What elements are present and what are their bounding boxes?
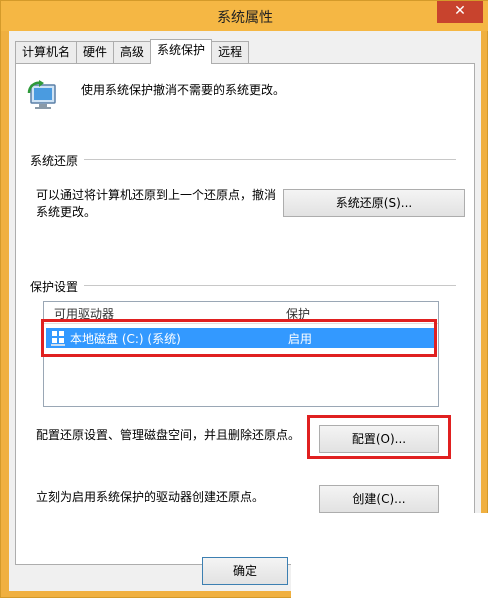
create-description: 立刻为启用系统保护的驱动器创建还原点。: [36, 490, 265, 504]
title-bar[interactable]: 系统属性 ✕: [1, 1, 488, 31]
protection-group-line: [30, 285, 456, 286]
protection-group-label: 保护设置: [30, 278, 85, 295]
dialog-client: 计算机名 硬件 高级 系统保护 远程 使用系统保护撤消不需要的系统更改。 系统还…: [9, 31, 481, 591]
restore-group-label: 系统还原: [30, 152, 85, 169]
tab-hardware[interactable]: 硬件: [76, 41, 115, 63]
restore-description-line2: 系统更改。: [36, 205, 97, 219]
close-button[interactable]: ✕: [437, 1, 483, 23]
background-window-fragment: [291, 513, 488, 598]
intro-text: 使用系统保护撤消不需要的系统更改。: [81, 83, 286, 97]
ok-button[interactable]: 确定: [202, 557, 288, 585]
restore-group-line: [30, 159, 456, 160]
configure-description: 配置还原设置、管理磁盘空间，并且删除还原点。: [36, 428, 301, 442]
window-title: 系统属性: [217, 10, 273, 26]
restore-description-line1: 可以通过将计算机还原到上一个还原点，撤消: [36, 188, 277, 202]
system-restore-button[interactable]: 系统还原(S)...: [283, 189, 465, 217]
tab-system-protection[interactable]: 系统保护: [150, 39, 213, 64]
configure-button-highlight: [307, 415, 451, 459]
system-protection-icon: [27, 80, 56, 109]
tab-advanced[interactable]: 高级: [113, 41, 152, 63]
tab-computer-name[interactable]: 计算机名: [15, 41, 78, 63]
tab-remote[interactable]: 远程: [211, 41, 250, 63]
system-properties-window: 系统属性 ✕ 计算机名 硬件 高级 系统保护 远程 使用系统保护撤消不需要的系统…: [0, 0, 488, 598]
drive-row-highlight: [41, 319, 437, 357]
tab-strip: 计算机名 硬件 高级 系统保护 远程: [15, 39, 250, 64]
create-button[interactable]: 创建(C)...: [319, 485, 439, 513]
